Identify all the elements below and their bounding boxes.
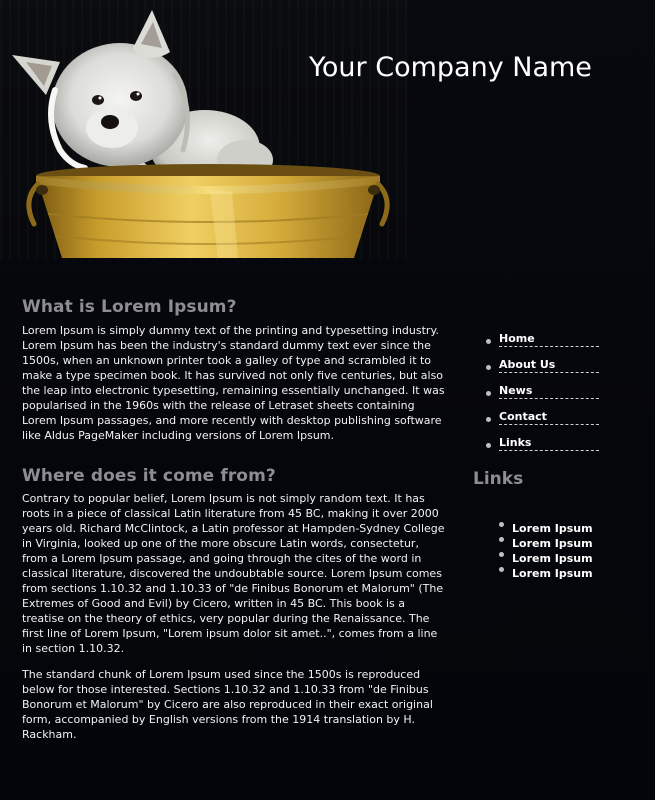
page: Your Company Name What is Lorem Ipsum? L… bbox=[0, 0, 655, 800]
nav-link-news[interactable]: News bbox=[499, 382, 599, 399]
section-paragraph: Lorem Ipsum is simply dummy text of the … bbox=[22, 324, 445, 442]
nav-link-links[interactable]: Links bbox=[499, 434, 599, 451]
nav-item-about-us: About Us bbox=[486, 356, 643, 382]
section-title-where-does-it-come-from: Where does it come from? bbox=[22, 466, 276, 486]
nav-item-links: Links bbox=[486, 434, 643, 460]
nav-item-news: News bbox=[486, 382, 643, 408]
bullet-icon bbox=[499, 567, 504, 572]
list-item: Lorem Ipsum bbox=[499, 562, 593, 580]
main-content: What is Lorem Ipsum? Lorem Ipsum is simp… bbox=[22, 296, 447, 742]
nav-link-home[interactable]: Home bbox=[499, 330, 599, 347]
main-navigation: Home About Us News Contact Links bbox=[473, 330, 643, 460]
bullet-icon bbox=[486, 339, 491, 344]
bullet-icon bbox=[486, 391, 491, 396]
hero-image bbox=[0, 0, 408, 260]
nav-link-contact[interactable]: Contact bbox=[499, 408, 599, 425]
bullet-icon bbox=[486, 443, 491, 448]
bullet-icon bbox=[499, 537, 504, 542]
sidebar-links-title: Links bbox=[473, 469, 524, 489]
sidebar-links-list: Lorem Ipsum Lorem Ipsum Lorem Ipsum Lore… bbox=[473, 517, 593, 580]
section-paragraph: The standard chunk of Lorem Ipsum used s… bbox=[22, 668, 433, 741]
nav-item-home: Home bbox=[486, 330, 643, 356]
company-name: Your Company Name bbox=[309, 52, 592, 83]
sidebar-link[interactable]: Lorem Ipsum bbox=[512, 567, 593, 580]
list-item: Lorem Ipsum bbox=[499, 547, 593, 565]
list-item: Lorem Ipsum bbox=[499, 517, 593, 535]
nav-item-contact: Contact bbox=[486, 408, 643, 434]
dog-in-bucket-illustration bbox=[12, 10, 390, 258]
section-title-what-is-lorem-ipsum: What is Lorem Ipsum? bbox=[22, 297, 237, 317]
sidebar: Home About Us News Contact Links Links L… bbox=[473, 330, 643, 580]
header: Your Company Name bbox=[0, 0, 655, 260]
bullet-icon bbox=[486, 365, 491, 370]
bullet-icon bbox=[499, 522, 504, 527]
bullet-icon bbox=[499, 552, 504, 557]
section-paragraph: Contrary to popular belief, Lorem Ipsum … bbox=[22, 492, 445, 655]
nav-link-about-us[interactable]: About Us bbox=[499, 356, 599, 373]
bullet-icon bbox=[486, 417, 491, 422]
list-item: Lorem Ipsum bbox=[499, 532, 593, 550]
